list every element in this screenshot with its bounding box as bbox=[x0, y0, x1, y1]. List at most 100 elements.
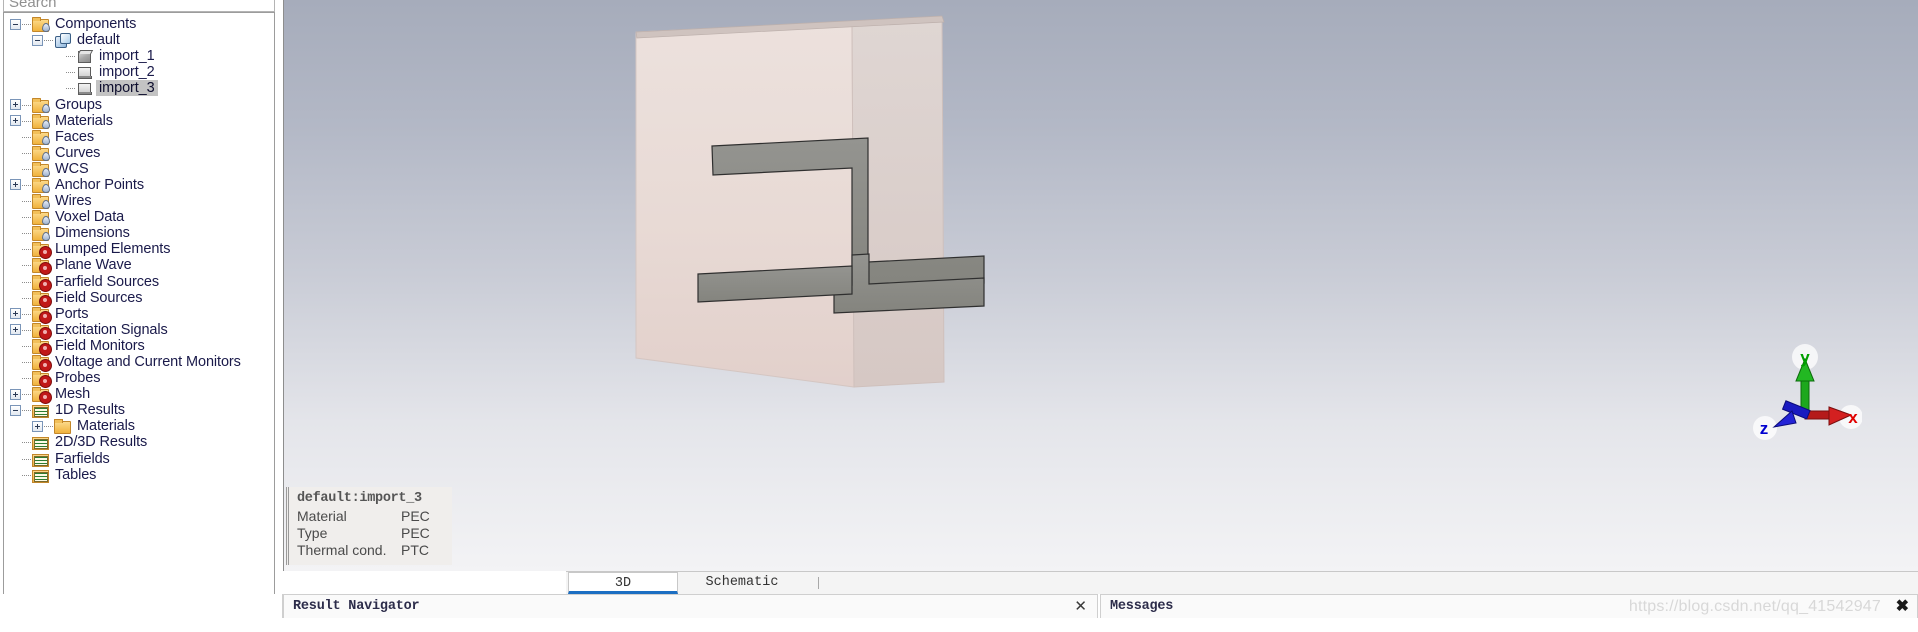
tree-item-ports[interactable]: Ports bbox=[4, 306, 274, 324]
gear-icon bbox=[39, 342, 52, 356]
axis-label-z: z bbox=[1760, 419, 1769, 438]
tree-item-1d-results[interactable]: 1D Results bbox=[4, 402, 274, 419]
tree-item-field-monitors[interactable]: Field Monitors bbox=[4, 337, 274, 356]
gear-icon bbox=[39, 278, 52, 292]
droplet-icon bbox=[41, 214, 49, 224]
expand-icon[interactable] bbox=[10, 99, 21, 111]
folder-gear-icon bbox=[31, 290, 52, 308]
close-icon[interactable]: ✖ bbox=[1896, 598, 1909, 614]
expand-icon[interactable] bbox=[10, 324, 21, 336]
tree-item-label: Field Sources bbox=[55, 289, 143, 306]
tree-item-probes[interactable]: Probes bbox=[4, 370, 274, 389]
tree-item-dimensions[interactable]: Dimensions bbox=[4, 225, 274, 242]
tree-item-label: Mesh bbox=[55, 386, 91, 403]
folder-gear-icon bbox=[31, 274, 52, 292]
folder-droplet-icon bbox=[31, 129, 49, 145]
close-icon[interactable]: ✕ bbox=[1074, 599, 1087, 614]
tree-item-groups[interactable]: Groups bbox=[4, 96, 274, 113]
tree-item-import-3[interactable]: import_3 bbox=[4, 80, 274, 97]
collapse-icon[interactable] bbox=[10, 404, 21, 416]
expand-icon[interactable] bbox=[10, 308, 21, 320]
expand-icon[interactable] bbox=[10, 115, 21, 127]
tree-item-voxel-data[interactable]: Voxel Data bbox=[4, 209, 274, 226]
gear-icon bbox=[39, 359, 52, 373]
results-curve-icon bbox=[31, 403, 49, 419]
expand-icon[interactable] bbox=[32, 420, 43, 432]
folder-droplet-icon bbox=[31, 177, 49, 193]
substrate-left-face bbox=[635, 21, 855, 388]
tree-connector bbox=[22, 410, 31, 412]
tree-connector bbox=[22, 313, 31, 315]
tree-item-label: default bbox=[77, 32, 120, 49]
tree-item-label: 2D/3D Results bbox=[55, 434, 148, 451]
expand-icon[interactable] bbox=[10, 179, 21, 191]
tree-item-materials[interactable]: Materials bbox=[4, 418, 274, 435]
tree-connector bbox=[66, 56, 75, 58]
folder-droplet-icon bbox=[31, 145, 49, 161]
cst-studio-window: Search Components default import_1 import_2… bbox=[0, 0, 1918, 632]
tree-item-label: Plane Wave bbox=[55, 257, 132, 274]
axis-gizmo-icon[interactable]: y x z bbox=[1752, 343, 1862, 443]
tree-item-2d-3d-results[interactable]: 2D/3D Results bbox=[4, 434, 274, 451]
tree-item-materials[interactable]: Materials bbox=[4, 113, 274, 129]
tab-schematic[interactable]: Schematic bbox=[678, 572, 806, 594]
model-tree[interactable]: Components default import_1 import_2 import_… bbox=[3, 12, 275, 620]
search-input[interactable]: Search bbox=[3, 0, 275, 12]
tree-item-label: Components bbox=[55, 16, 137, 33]
tree-item-faces[interactable]: Faces bbox=[4, 129, 274, 145]
tree-connector bbox=[22, 168, 31, 170]
model-geometry[interactable] bbox=[284, 0, 1918, 571]
tree-item-farfields[interactable]: Farfields bbox=[4, 451, 274, 467]
axis-label-x: x bbox=[1848, 408, 1858, 427]
tree-item-excitation-signals[interactable]: Excitation Signals bbox=[4, 322, 274, 340]
tree-item-curves[interactable]: Curves bbox=[4, 145, 274, 161]
tree-connector bbox=[22, 136, 31, 138]
info-key: Thermal cond. bbox=[297, 542, 387, 558]
collapse-icon[interactable] bbox=[32, 34, 43, 46]
tree-item-import-1[interactable]: import_1 bbox=[4, 48, 274, 64]
tree-item-label: Materials bbox=[77, 418, 135, 435]
tree-item-label: Farfield Sources bbox=[55, 273, 159, 290]
tree-item-voltage-and-current-monitors[interactable]: Voltage and Current Monitors bbox=[4, 354, 274, 373]
tree-item-wires[interactable]: Wires bbox=[4, 193, 274, 210]
gear-icon bbox=[39, 294, 52, 308]
gear-icon bbox=[39, 246, 52, 260]
tree-item-farfield-sources[interactable]: Farfield Sources bbox=[4, 273, 274, 292]
collapse-icon[interactable] bbox=[10, 18, 21, 30]
tree-item-tables[interactable]: Tables bbox=[4, 467, 274, 483]
tree-item-label: Lumped Elements bbox=[55, 241, 171, 258]
navigation-tree-panel: Search Components default import_1 import_2… bbox=[0, 0, 283, 632]
tree-item-default[interactable]: default bbox=[4, 32, 274, 49]
tree-item-anchor-points[interactable]: Anchor Points bbox=[4, 177, 274, 193]
tree-connector bbox=[22, 217, 31, 219]
viewport-3d[interactable]: y x z default:import_3 Material PEC Type… bbox=[283, 0, 1918, 571]
folder-droplet-icon bbox=[31, 97, 49, 113]
tab-3d[interactable]: 3D bbox=[568, 572, 678, 594]
droplet-icon bbox=[41, 198, 49, 208]
info-key: Material bbox=[297, 508, 347, 524]
plain-folder-icon bbox=[53, 419, 71, 435]
tree-item-wcs[interactable]: WCS bbox=[4, 161, 274, 177]
result-navigator-panel[interactable]: Result Navigator ✕ bbox=[283, 594, 1098, 618]
tree-connector bbox=[22, 201, 31, 203]
expand-icon[interactable] bbox=[10, 388, 21, 400]
messages-panel[interactable]: Messages https://blog.csdn.net/qq_415429… bbox=[1100, 594, 1918, 618]
tree-connector bbox=[44, 426, 53, 428]
component-cube-icon bbox=[53, 33, 71, 49]
tree-item-field-sources[interactable]: Field Sources bbox=[4, 289, 274, 308]
tree-item-label: Field Monitors bbox=[55, 337, 145, 354]
tree-item-plane-wave[interactable]: Plane Wave bbox=[4, 257, 274, 276]
result-navigator-title: Result Navigator bbox=[293, 599, 420, 614]
tree-connector bbox=[22, 458, 31, 460]
view-area: y x z default:import_3 Material PEC Type… bbox=[283, 0, 1918, 594]
tree-item-label: Anchor Points bbox=[55, 176, 144, 193]
tree-item-label: Voxel Data bbox=[55, 209, 125, 226]
tree-connector bbox=[22, 233, 31, 235]
object-info-box: default:import_3 Material PEC Type PEC T… bbox=[286, 487, 452, 565]
tree-item-import-2[interactable]: import_2 bbox=[4, 64, 274, 80]
tree-item-lumped-elements[interactable]: Lumped Elements bbox=[4, 241, 274, 260]
droplet-icon bbox=[41, 166, 49, 176]
droplet-icon bbox=[41, 230, 49, 240]
tree-item-components[interactable]: Components bbox=[4, 16, 274, 33]
tree-item-mesh[interactable]: Mesh bbox=[4, 386, 274, 405]
